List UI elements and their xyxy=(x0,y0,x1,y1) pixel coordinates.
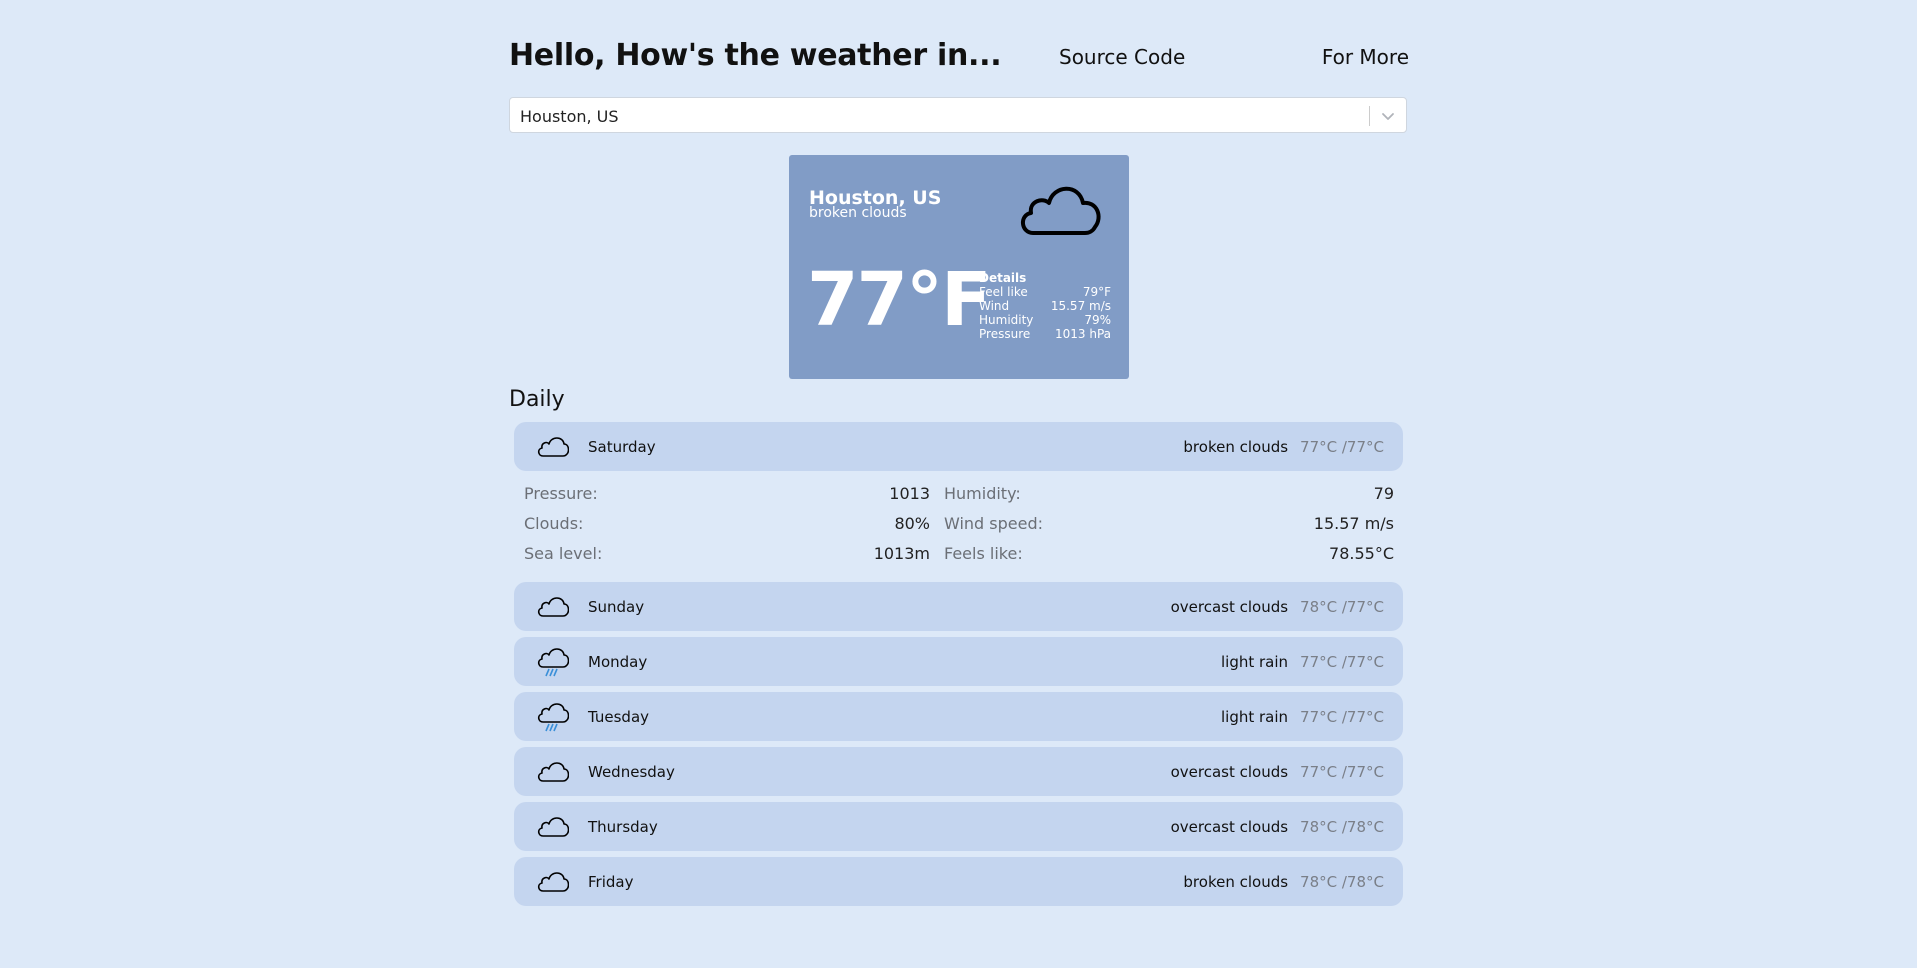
day-name: Tuesday xyxy=(588,708,650,726)
detail-row-humidity: Humidity 79% xyxy=(979,313,1111,327)
day-name: Wednesday xyxy=(588,763,675,781)
cloud-icon xyxy=(537,872,569,892)
day-row-tuesday[interactable]: Tuesday light rain 77°C /77°C xyxy=(514,692,1403,741)
current-description: broken clouds xyxy=(809,205,907,221)
day-temps: 77°C /77°C xyxy=(1300,763,1384,781)
day-name: Monday xyxy=(588,653,648,671)
feels-like-value: 78.55°C xyxy=(1329,544,1394,563)
day-row-thursday[interactable]: Thursday overcast clouds 78°C /78°C xyxy=(514,802,1403,851)
cloud-icon xyxy=(537,437,569,457)
cloud-icon xyxy=(1021,186,1101,235)
detail-value: 79% xyxy=(1084,313,1111,327)
wind-speed-label: Wind speed: xyxy=(944,514,1044,533)
chevron-down-icon[interactable] xyxy=(1379,108,1397,124)
day-summary: overcast clouds 77°C /77°C xyxy=(1171,763,1384,781)
day-description: light rain xyxy=(1221,708,1289,726)
pressure-label: Pressure: xyxy=(524,484,598,503)
day-description: overcast clouds xyxy=(1170,763,1289,781)
detail-value: 15.57 m/s xyxy=(1050,299,1111,313)
app-container: Hello, How's the weather in... Source Co… xyxy=(509,0,1409,906)
humidity-value: 79 xyxy=(1373,484,1394,503)
source-code-link[interactable]: Source Code xyxy=(1059,45,1185,69)
day-summary: overcast clouds 78°C /78°C xyxy=(1171,818,1384,836)
sea-level-label: Sea level: xyxy=(524,544,603,563)
current-weather-card: Houston, US broken clouds 77°F Details F… xyxy=(789,155,1129,379)
day-description: light rain xyxy=(1221,653,1289,671)
detail-row-wind: Wind 15.57 m/s xyxy=(979,299,1111,313)
detail-label: Humidity xyxy=(979,313,1034,327)
cloud-icon xyxy=(537,597,569,617)
day-temps: 78°C /77°C xyxy=(1300,598,1384,616)
day-row-friday[interactable]: Friday broken clouds 78°C /78°C xyxy=(514,857,1403,906)
page-title: Hello, How's the weather in... xyxy=(509,38,1002,73)
city-search-select[interactable]: Houston, US xyxy=(509,97,1407,133)
rain-cloud-icon xyxy=(537,648,569,677)
day-temps: 77°C /77°C xyxy=(1300,653,1384,671)
detail-label: Wind xyxy=(979,299,1010,313)
day-summary: light rain 77°C /77°C xyxy=(1221,653,1384,671)
day-temps: 78°C /78°C xyxy=(1300,873,1384,891)
details-title: Details xyxy=(979,271,1027,285)
cloud-icon xyxy=(537,762,569,782)
day-description: overcast clouds xyxy=(1170,818,1289,836)
day-temps: 78°C /78°C xyxy=(1300,818,1384,836)
header: Hello, How's the weather in... Source Co… xyxy=(509,0,1409,98)
humidity-label: Humidity: xyxy=(944,484,1021,503)
for-more-link[interactable]: For More xyxy=(1322,45,1409,69)
detail-value: 79°F xyxy=(1082,285,1111,299)
current-details: Details Feel like 79°F Wind 15.57 m/s Hu… xyxy=(979,271,1111,341)
wind-speed-value: 15.57 m/s xyxy=(1313,514,1394,533)
clouds-label: Clouds: xyxy=(524,514,584,533)
city-search-value[interactable]: Houston, US xyxy=(520,107,619,126)
day-temps: 77°C /77°C xyxy=(1300,708,1384,726)
day-row-saturday[interactable]: Saturday broken clouds 77°C /77°C xyxy=(514,422,1403,471)
day-name: Saturday xyxy=(588,438,656,456)
current-temperature: 77°F xyxy=(807,257,992,343)
detail-label: Pressure xyxy=(979,327,1031,341)
day-summary: overcast clouds 78°C /77°C xyxy=(1171,598,1384,616)
day-row-wednesday[interactable]: Wednesday overcast clouds 77°C /77°C xyxy=(514,747,1403,796)
detail-row-feel: Feel like 79°F xyxy=(979,285,1111,299)
day-row-monday[interactable]: Monday light rain 77°C /77°C xyxy=(514,637,1403,686)
day-name: Thursday xyxy=(588,818,658,836)
day-name: Sunday xyxy=(588,598,645,616)
day-summary: light rain 77°C /77°C xyxy=(1221,708,1384,726)
day-description: overcast clouds xyxy=(1170,598,1289,616)
feels-like-label: Feels like: xyxy=(944,544,1023,563)
detail-row-pressure: Pressure 1013 hPa xyxy=(979,327,1111,341)
daily-title: Daily xyxy=(509,387,565,412)
rain-cloud-icon xyxy=(537,703,569,732)
day-description: broken clouds xyxy=(1183,438,1289,456)
cloud-icon xyxy=(537,817,569,837)
day-name: Friday xyxy=(588,873,634,891)
clouds-value: 80% xyxy=(894,514,930,533)
day-description: broken clouds xyxy=(1183,873,1289,891)
day-summary: broken clouds 78°C /78°C xyxy=(1183,873,1384,891)
day-row-sunday[interactable]: Sunday overcast clouds 78°C /77°C xyxy=(514,582,1403,631)
pressure-value: 1013 xyxy=(889,484,930,503)
detail-value: 1013 hPa xyxy=(1054,327,1111,341)
sea-level-value: 1013m xyxy=(873,544,930,563)
detail-label: Feel like xyxy=(979,285,1028,299)
select-separator xyxy=(1369,106,1370,126)
day-temps: 77°C /77°C xyxy=(1300,438,1384,456)
day-summary: broken clouds 77°C /77°C xyxy=(1183,438,1384,456)
